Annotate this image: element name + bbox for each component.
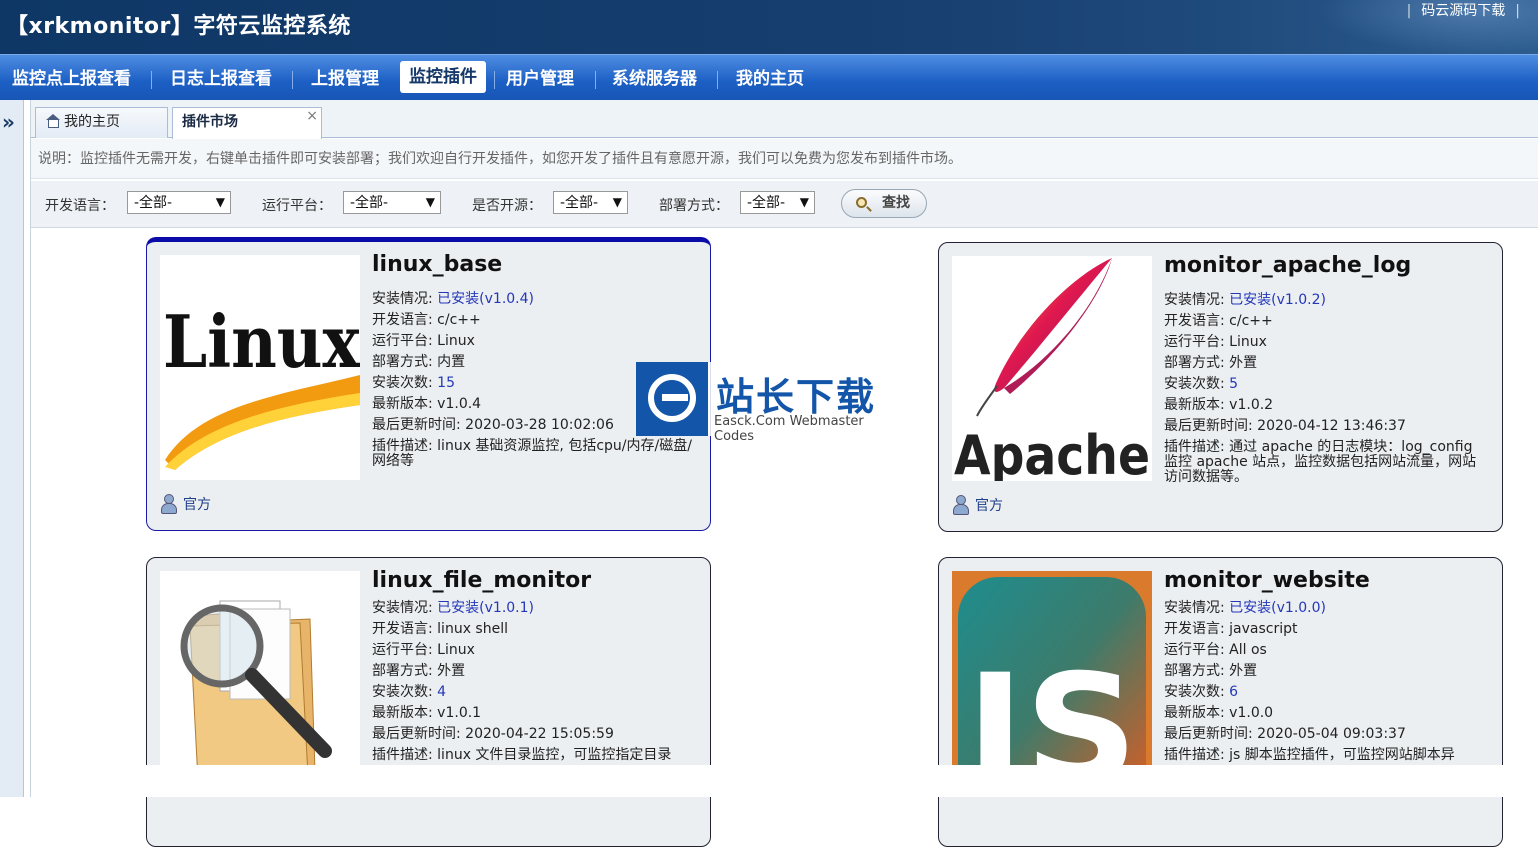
- plugin-info: 安装情况: 已安装(v1.0.2) 开发语言: c/c++ 运行平台: Linu…: [1164, 292, 1477, 485]
- filter-platform-select[interactable]: -全部- ▼: [343, 191, 441, 214]
- install-status-link[interactable]: 已安装(v1.0.4): [437, 291, 534, 307]
- filter-platform-value: -全部-: [350, 195, 389, 211]
- nav-monitor-report[interactable]: 监控点上报查看: [12, 63, 131, 95]
- linux-logo: Linux: [160, 255, 360, 480]
- search-button[interactable]: 查找: [841, 189, 927, 218]
- apache-feather-logo: Apache: [952, 256, 1152, 481]
- folder-magnifier-logo: [160, 571, 360, 796]
- install-status-link[interactable]: 已安装(v1.0.1): [437, 600, 534, 616]
- caret-down-icon: ▼: [799, 195, 809, 209]
- caret-down-icon: ▼: [612, 195, 622, 209]
- filter-opensource-select[interactable]: -全部- ▼: [553, 191, 628, 214]
- watermark-subtitle: Easck.Com Webmaster Codes: [714, 414, 864, 444]
- download-link-area: | 码云源码下载 |: [1406, 3, 1520, 19]
- plugin-name: monitor_apache_log: [1164, 253, 1412, 278]
- user-icon: [161, 494, 177, 514]
- install-status-link[interactable]: 已安装(v1.0.2): [1229, 292, 1326, 308]
- plugin-card-linux-base[interactable]: Linux linux_base 安装情况: 已安装(v1.0.4) 开发语言:…: [146, 237, 711, 531]
- tab-my-home-label: 我的主页: [64, 114, 120, 130]
- install-count-link[interactable]: 5: [1229, 376, 1238, 392]
- filter-deploy-label: 部署方式：: [659, 198, 729, 214]
- svg-text:Linux: Linux: [163, 299, 360, 384]
- app-header: 【xrkmonitor】字符云监控系统 | 码云源码下载 |: [0, 0, 1538, 54]
- search-icon: [856, 197, 867, 208]
- close-icon[interactable]: ×: [306, 102, 318, 130]
- js-logo: JS: [952, 571, 1152, 796]
- tab-my-home[interactable]: 我的主页: [35, 107, 168, 138]
- filter-lang-label: 开发语言：: [45, 198, 115, 214]
- watermark-title: 站长下载: [716, 375, 877, 419]
- plugin-name: monitor_website: [1164, 568, 1370, 593]
- plugin-info: 安装情况: 已安装(v1.0.1) 开发语言: linux shell 运行平台…: [372, 600, 672, 763]
- plugin-card-linux-file-monitor[interactable]: linux_file_monitor 安装情况: 已安装(v1.0.1) 开发语…: [146, 557, 711, 847]
- nav-system-servers[interactable]: 系统服务器: [612, 63, 697, 95]
- tab-plugin-market-label: 插件市场: [182, 114, 238, 130]
- filter-lang-value: -全部-: [134, 195, 173, 211]
- install-count-link[interactable]: 6: [1229, 684, 1238, 700]
- plugin-author: 官方: [953, 495, 1003, 515]
- search-button-label: 查找: [882, 195, 910, 211]
- install-status-link[interactable]: 已安装(v1.0.0): [1229, 600, 1326, 616]
- source-download-link[interactable]: 码云源码下载: [1421, 3, 1505, 19]
- plugin-description-note: 说明：监控插件无需开发，右键单击插件即可安装部署；我们欢迎自行开发插件，如您开发…: [31, 139, 1538, 179]
- double-chevron-right-icon[interactable]: »: [2, 110, 15, 134]
- plugin-author: 官方: [161, 494, 211, 514]
- tab-bar: 我的主页 插件市场 ×: [31, 100, 1538, 139]
- caret-down-icon: ▼: [215, 195, 225, 209]
- nav-monitor-plugins[interactable]: 监控插件: [400, 61, 486, 93]
- nav-user-manage[interactable]: 用户管理: [506, 63, 574, 95]
- install-count-link[interactable]: 15: [437, 375, 455, 391]
- viewport-bottom: [31, 765, 1538, 797]
- plugin-card-monitor-website[interactable]: JS monitor_website 安装情况: 已安装(v1.0.0) 开发语…: [938, 557, 1503, 847]
- tab-plugin-market[interactable]: 插件市场 ×: [172, 107, 322, 139]
- user-icon: [953, 495, 969, 515]
- install-count-link[interactable]: 4: [437, 684, 446, 700]
- filter-opensource-label: 是否开源：: [472, 198, 542, 214]
- plugin-card-monitor-apache-log[interactable]: Apache monitor_apache_log 安装情况: 已安装(v1.0…: [938, 242, 1503, 532]
- plugin-name: linux_base: [372, 252, 503, 277]
- watermark-logo: [636, 362, 708, 436]
- filter-lang-select[interactable]: -全部- ▼: [127, 191, 231, 214]
- filter-deploy-select[interactable]: -全部- ▼: [740, 191, 815, 214]
- nav-my-home[interactable]: 我的主页: [736, 63, 804, 95]
- svg-text:Apache: Apache: [954, 424, 1150, 481]
- filter-opensource-value: -全部-: [560, 195, 599, 211]
- home-icon: [45, 114, 60, 128]
- collapsed-sidebar: »: [0, 100, 24, 797]
- filter-deploy-value: -全部-: [747, 195, 786, 211]
- plugin-name: linux_file_monitor: [372, 568, 592, 593]
- plugin-info: 安装情况: 已安装(v1.0.0) 开发语言: javascript 运行平台:…: [1164, 600, 1455, 763]
- main-nav: 监控点上报查看 日志上报查看 上报管理 监控插件 用户管理 系统服务器 我的主页: [0, 54, 1538, 100]
- watermark: 站长下载 Easck.Com Webmaster Codes: [636, 362, 904, 444]
- filter-platform-label: 运行平台：: [262, 198, 332, 214]
- filter-bar: 开发语言： -全部- ▼ 运行平台： -全部- ▼ 是否开源： -全部- ▼ 部署方式…: [31, 181, 1538, 228]
- nav-log-report[interactable]: 日志上报查看: [170, 63, 272, 95]
- caret-down-icon: ▼: [425, 195, 435, 209]
- nav-report-manage[interactable]: 上报管理: [311, 63, 379, 95]
- app-title: 【xrkmonitor】字符云监控系统: [6, 14, 351, 39]
